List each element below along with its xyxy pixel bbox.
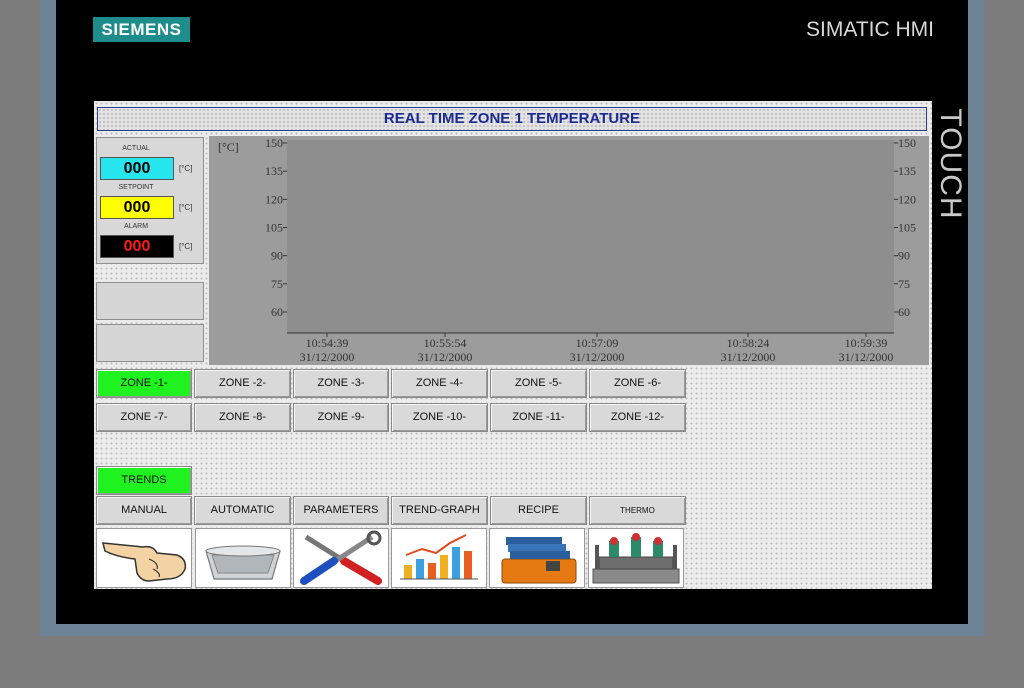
y-tick-right: 120 [898, 192, 916, 206]
x-tick-time: 10:55:54 [424, 336, 467, 350]
empty-panel-1 [96, 282, 204, 320]
trend-chart-icon [400, 534, 478, 580]
nav-button-manual[interactable]: MANUAL [96, 496, 192, 525]
zone-button-4[interactable]: ZONE -4- [391, 369, 488, 398]
y-tick-right: 75 [898, 277, 910, 291]
x-tick-time: 10:54:39 [306, 336, 349, 350]
hmi-screen: REAL TIME ZONE 1 TEMPERATURE ACTUAL 000 … [94, 101, 932, 589]
actual-label: ACTUAL [122, 145, 150, 152]
nav-button-automatic[interactable]: AUTOMATIC [194, 496, 291, 525]
zone-button-11[interactable]: ZONE -11- [490, 403, 587, 432]
x-tick-date: 31/12/2000 [839, 350, 894, 364]
screen-title: REAL TIME ZONE 1 TEMPERATURE [97, 107, 927, 131]
tools-icon [300, 530, 382, 585]
trends-button[interactable]: TRENDS [96, 466, 192, 495]
y-axis-label: [°C] [218, 140, 239, 154]
x-tick-date: 31/12/2000 [300, 350, 355, 364]
manual-picture-button[interactable] [96, 528, 192, 588]
zone-button-6[interactable]: ZONE -6- [589, 369, 686, 398]
nav-button-trend-graph[interactable]: TREND-GRAPH [391, 496, 488, 525]
parameters-picture-button[interactable] [293, 528, 389, 588]
siemens-logo: SIEMENS [93, 17, 190, 42]
zone-button-10[interactable]: ZONE -10- [391, 403, 488, 432]
zone-button-2[interactable]: ZONE -2- [194, 369, 291, 398]
x-tick-date: 31/12/2000 [570, 350, 625, 364]
x-tick-time: 10:57:09 [576, 336, 619, 350]
temperature-trend-chart: [°C] 150 150 135 135 120 120 105 105 90 90 75 75 60 6… [209, 136, 929, 365]
x-tick-date: 31/12/2000 [418, 350, 473, 364]
alarm-unit: [°C] [179, 242, 193, 251]
x-tick-date: 31/12/2000 [721, 350, 776, 364]
y-tick-right: 105 [898, 221, 916, 235]
simatic-hmi-label: SIMATIC HMI [806, 18, 934, 41]
setpoint-unit: [°C] [179, 203, 193, 212]
y-tick-left: 120 [265, 192, 283, 206]
y-tick-left: 90 [271, 249, 283, 263]
zone-button-8[interactable]: ZONE -8- [194, 403, 291, 432]
aluminium-tray-icon [205, 545, 281, 580]
y-tick-left: 135 [265, 164, 283, 178]
y-tick-right: 60 [898, 305, 910, 319]
nav-button-recipe[interactable]: RECIPE [490, 496, 587, 525]
actual-value: 000 [100, 157, 174, 180]
recipe-binders-icon [501, 537, 577, 584]
thermo-mold-icon [592, 533, 680, 584]
y-tick-left: 75 [271, 277, 283, 291]
alarm-label: ALARM [123, 223, 149, 230]
trend-graph-picture-button[interactable] [391, 528, 487, 588]
x-tick-time: 10:59:39 [845, 336, 888, 350]
alarm-value[interactable]: 000 [100, 235, 174, 258]
thermo-picture-button[interactable] [588, 528, 684, 588]
y-tick-right: 150 [898, 136, 916, 150]
zone-button-5[interactable]: ZONE -5- [490, 369, 587, 398]
zone-button-3[interactable]: ZONE -3- [293, 369, 389, 398]
y-tick-right: 90 [898, 249, 910, 263]
setpoint-label: SETPOINT [118, 184, 154, 191]
y-tick-left: 150 [265, 136, 283, 150]
recipe-picture-button[interactable] [489, 528, 585, 588]
x-tick-time: 10:58:24 [727, 336, 770, 350]
y-tick-right: 135 [898, 164, 916, 178]
touch-label: TOUCH [934, 108, 967, 220]
y-tick-left: 60 [271, 305, 283, 319]
zone-button-12[interactable]: ZONE -12- [589, 403, 686, 432]
zone-button-1[interactable]: ZONE -1- [96, 369, 192, 398]
setpoint-value[interactable]: 000 [100, 196, 174, 219]
plot-area [287, 140, 894, 333]
zone-button-7[interactable]: ZONE -7- [96, 403, 192, 432]
zone-button-9[interactable]: ZONE -9- [293, 403, 389, 432]
empty-panel-2 [96, 324, 204, 362]
trend-svg: [°C] 150 150 135 135 120 120 105 105 90 90 75 75 60 6… [218, 136, 916, 364]
pointing-hand-icon [102, 542, 187, 582]
temperature-readouts: ACTUAL 000 [°C] SETPOINT 000 [°C] ALARM … [96, 137, 204, 264]
actual-unit: [°C] [179, 164, 193, 173]
nav-button-thermo[interactable]: THERMO [589, 496, 686, 525]
automatic-picture-button[interactable] [195, 528, 291, 588]
y-tick-left: 105 [265, 221, 283, 235]
nav-button-parameters[interactable]: PARAMETERS [293, 496, 389, 525]
